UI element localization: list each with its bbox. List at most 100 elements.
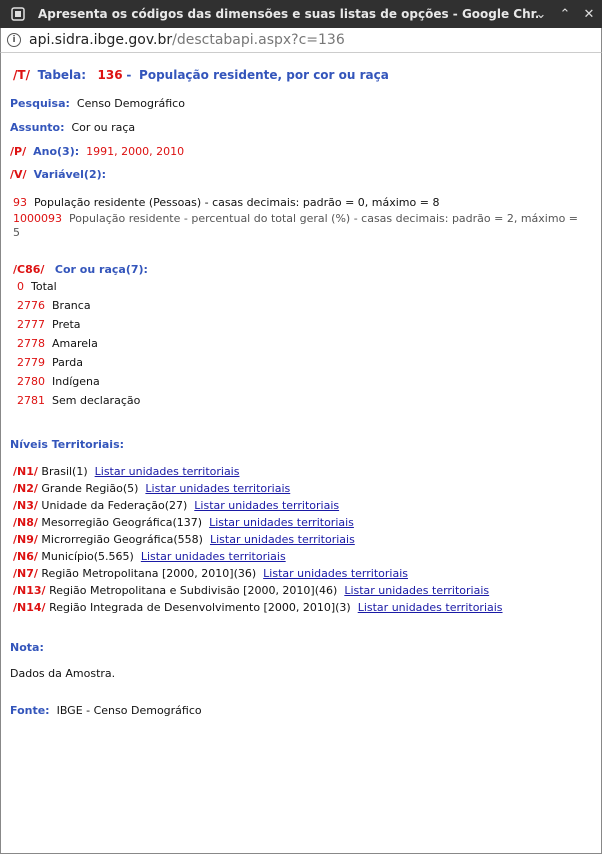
nivel-code: /N13/ [13, 584, 46, 597]
assunto-label: Assunto: [10, 121, 65, 134]
table-name: População residente, por cor ou raça [139, 68, 389, 82]
nivel-code: /N2/ [13, 482, 38, 495]
maximize-button[interactable]: ⌃ [554, 3, 576, 25]
classificacao-item: 2778 Amarela [17, 337, 98, 350]
nota-value: Dados da Amostra. [10, 667, 116, 680]
nivel-text: Região Integrada de Desenvolvimento [200… [49, 601, 351, 614]
periodo-row: /P/ Ano(3): 1991, 2000, 2010 [10, 145, 184, 158]
nivel-text: Unidade da Federação(27) [41, 499, 188, 512]
close-button[interactable]: ✕ [578, 3, 600, 25]
category-code: 2781 [17, 394, 45, 407]
variavel-prefix: /V/ [10, 168, 27, 181]
classificacao-item: 2777 Preta [17, 318, 81, 331]
variavel-code: 93 [13, 196, 27, 209]
variavel-text: População residente (Pessoas) - casas de… [34, 196, 440, 209]
nivel-row: /N2/ Grande Região(5) Listar unidades te… [13, 482, 290, 495]
table-heading: /T/ Tabela: 136 - População residente, p… [13, 68, 389, 82]
classificacao-item: 2776 Branca [17, 299, 91, 312]
periodo-value: 1991, 2000, 2010 [86, 145, 185, 158]
nivel-code: /N6/ [13, 550, 38, 563]
site-info-icon[interactable]: i [7, 33, 21, 47]
category-text: Branca [52, 299, 91, 312]
listar-unidades-link[interactable]: Listar unidades territoriais [263, 567, 408, 580]
category-code: 2780 [17, 375, 45, 388]
periodo-prefix: /P/ [10, 145, 27, 158]
nivel-code: /N7/ [13, 567, 38, 580]
classificacao-item: 2779 Parda [17, 356, 83, 369]
listar-unidades-link[interactable]: Listar unidades territoriais [358, 601, 503, 614]
fonte-value: IBGE - Censo Demográfico [56, 704, 202, 717]
table-prefix: /T/ [13, 68, 30, 82]
category-text: Amarela [52, 337, 98, 350]
page-content: /T/ Tabela: 136 - População residente, p… [0, 53, 602, 854]
periodo-label: Ano(3): [33, 145, 80, 158]
category-text: Total [31, 280, 57, 293]
listar-unidades-link[interactable]: Listar unidades territoriais [210, 533, 355, 546]
fonte-row: Fonte: IBGE - Censo Demográfico [10, 704, 202, 717]
nota-label: Nota: [10, 641, 44, 654]
category-text: Sem declaração [52, 394, 141, 407]
nivel-code: /N8/ [13, 516, 38, 529]
listar-unidades-link[interactable]: Listar unidades territoriais [209, 516, 354, 529]
pesquisa-value: Censo Demográfico [76, 97, 185, 110]
nivel-row: /N13/ Região Metropolitana e Subdivisão … [13, 584, 489, 597]
variavel-heading: /V/ Variável(2): [10, 168, 106, 181]
nivel-code: /N14/ [13, 601, 46, 614]
category-code: 2776 [17, 299, 45, 312]
nivel-row: /N9/ Microrregião Geográfica(558) Listar… [13, 533, 355, 546]
assunto-row: Assunto: Cor ou raça [10, 121, 135, 134]
pesquisa-label: Pesquisa: [10, 97, 70, 110]
listar-unidades-link[interactable]: Listar unidades territoriais [95, 465, 240, 478]
window-title: Apresenta os códigos das dimensões e sua… [38, 7, 538, 21]
variavel-code: 1000093 [13, 212, 62, 225]
fonte-label: Fonte: [10, 704, 50, 717]
nivel-row: /N7/ Região Metropolitana [2000, 2010](3… [13, 567, 408, 580]
category-text: Indígena [52, 375, 100, 388]
pesquisa-row: Pesquisa: Censo Demográfico [10, 97, 185, 110]
category-code: 2777 [17, 318, 45, 331]
nivel-text: Município(5.565) [41, 550, 134, 563]
classificacao-item: 0 Total [17, 280, 57, 293]
category-text: Preta [52, 318, 81, 331]
variavel-item: 1000093 População residente - percentual… [13, 212, 578, 225]
table-number: 136 [97, 68, 123, 82]
classificacao-prefix: /C86/ [13, 263, 45, 276]
nivel-text: Mesorregião Geográfica(137) [41, 516, 203, 529]
listar-unidades-link[interactable]: Listar unidades territoriais [194, 499, 339, 512]
url-path: /desctabapi.aspx?c=136 [172, 32, 345, 48]
window-menu-icon[interactable] [10, 6, 26, 22]
listar-unidades-link[interactable]: Listar unidades territoriais [145, 482, 290, 495]
category-code: 2778 [17, 337, 45, 350]
listar-unidades-link[interactable]: Listar unidades territoriais [344, 584, 489, 597]
window-titlebar: Apresenta os códigos das dimensões e sua… [0, 0, 602, 28]
classificacao-label: Cor ou raça(7): [54, 263, 148, 276]
classificacao-item: 2781 Sem declaração [17, 394, 140, 407]
address-bar[interactable]: i api.sidra.ibge.gov.br/desctabapi.aspx?… [0, 28, 602, 53]
url-text[interactable]: api.sidra.ibge.gov.br/desctabapi.aspx?c=… [29, 32, 345, 48]
variavel-item: 93 População residente (Pessoas) - casas… [13, 196, 439, 209]
classificacao-heading: /C86/ Cor ou raça(7): [13, 263, 148, 276]
niveis-heading: Níveis Territoriais: [10, 438, 125, 451]
category-code: 0 [17, 280, 24, 293]
classificacao-item: 2780 Indígena [17, 375, 100, 388]
nivel-text: Região Metropolitana [2000, 2010](36) [41, 567, 257, 580]
url-domain: api.sidra.ibge.gov.br [29, 32, 173, 48]
minimize-button[interactable]: ⌄ [530, 3, 552, 25]
table-label: Tabela: [37, 68, 87, 82]
nivel-row: /N14/ Região Integrada de Desenvolviment… [13, 601, 503, 614]
listar-unidades-link[interactable]: Listar unidades territoriais [141, 550, 286, 563]
nivel-text: Grande Região(5) [41, 482, 139, 495]
category-code: 2779 [17, 356, 45, 369]
category-text: Parda [52, 356, 83, 369]
table-dash: - [126, 68, 132, 82]
nivel-row: /N1/ Brasil(1) Listar unidades territori… [13, 465, 239, 478]
nivel-code: /N9/ [13, 533, 38, 546]
nivel-row: /N8/ Mesorregião Geográfica(137) Listar … [13, 516, 354, 529]
nivel-code: /N3/ [13, 499, 38, 512]
nivel-row: /N3/ Unidade da Federação(27) Listar uni… [13, 499, 339, 512]
variavel-text-wrap: 5 [13, 226, 20, 239]
variavel-text: População residente - percentual do tota… [69, 212, 579, 225]
nivel-row: /N6/ Município(5.565) Listar unidades te… [13, 550, 286, 563]
assunto-value: Cor ou raça [71, 121, 136, 134]
nivel-code: /N1/ [13, 465, 38, 478]
